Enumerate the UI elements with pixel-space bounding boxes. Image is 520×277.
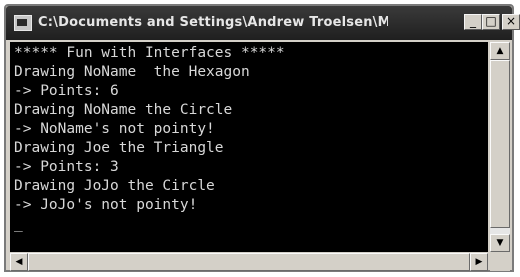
window-title: C:\Documents and Settings\Andrew Troelse… — [38, 15, 388, 30]
vertical-scroll-thumb[interactable] — [490, 60, 510, 228]
console-cursor: _ — [14, 216, 23, 232]
close-button[interactable]: × — [502, 14, 520, 30]
size-grip[interactable] — [490, 253, 510, 271]
console-window: C:\Documents and Settings\Andrew Troelse… — [4, 4, 520, 272]
console-output[interactable]: ***** Fun with Interfaces ***** Drawing … — [10, 42, 488, 252]
vertical-scrollbar[interactable]: ▲ ▼ — [490, 42, 510, 252]
scroll-left-button[interactable]: ◀ — [10, 253, 28, 271]
console-line: -> Points: 6 — [14, 83, 119, 99]
horizontal-scroll-thumb[interactable] — [28, 253, 470, 271]
console-line: -> NoName's not pointy! — [14, 121, 215, 137]
console-line: Drawing NoName the Circle — [14, 102, 233, 118]
title-bar[interactable]: C:\Documents and Settings\Andrew Troelse… — [6, 6, 520, 40]
horizontal-scrollbar[interactable]: ◀ ▶ — [10, 253, 488, 271]
console-line: Drawing JoJo the Circle — [14, 178, 215, 194]
console-icon[interactable] — [14, 15, 32, 31]
console-line: ***** Fun with Interfaces ***** — [14, 45, 285, 61]
console-line: -> JoJo's not pointy! — [14, 197, 198, 213]
console-line: -> Points: 3 — [14, 159, 119, 175]
scroll-down-button[interactable]: ▼ — [490, 234, 510, 252]
scroll-right-button[interactable]: ▶ — [470, 253, 488, 271]
minimize-button[interactable]: _ — [464, 14, 482, 30]
console-line: Drawing Joe the Triangle — [14, 140, 224, 156]
console-line: Drawing NoName the Hexagon — [14, 64, 250, 80]
maximize-button[interactable]: □ — [482, 14, 500, 30]
scroll-up-button[interactable]: ▲ — [490, 42, 510, 60]
